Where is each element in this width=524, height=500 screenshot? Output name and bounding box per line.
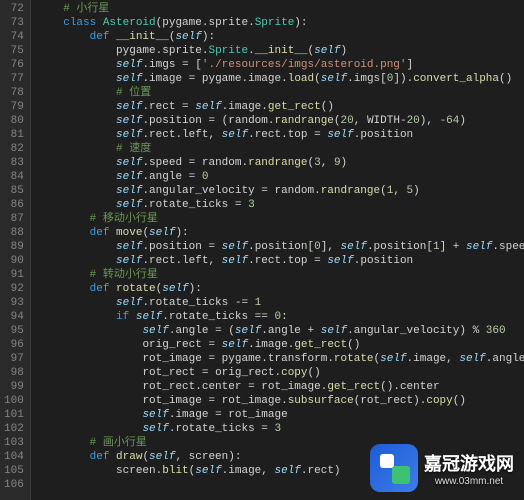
code-line: self.imgs = ['./resources/imgs/asteroid.… <box>37 58 524 72</box>
code-line: self.angle = 0 <box>37 170 524 184</box>
line-number: 73 <box>4 16 24 30</box>
line-number: 94 <box>4 310 24 324</box>
code-line: # 小行星 <box>37 2 524 16</box>
line-number: 72 <box>4 2 24 16</box>
code-line: self.speed = random.randrange(3, 9) <box>37 156 524 170</box>
code-line: class Asteroid(pygame.sprite.Sprite): <box>37 16 524 30</box>
line-number: 80 <box>4 114 24 128</box>
code-line: def __init__(self): <box>37 30 524 44</box>
line-number: 103 <box>4 436 24 450</box>
code-line: rot_rect = orig_rect.copy() <box>37 366 524 380</box>
watermark-logo-icon <box>370 444 418 492</box>
code-line: self.angle = (self.angle + self.angular_… <box>37 324 524 338</box>
line-number: 101 <box>4 408 24 422</box>
line-number: 99 <box>4 380 24 394</box>
line-number: 78 <box>4 86 24 100</box>
line-number-gutter: 7273747576777879808182838485868788899091… <box>0 0 31 500</box>
code-line: rot_image = pygame.transform.rotate(self… <box>37 352 524 366</box>
line-number: 102 <box>4 422 24 436</box>
code-line: orig_rect = self.image.get_rect() <box>37 338 524 352</box>
line-number: 90 <box>4 254 24 268</box>
line-number: 92 <box>4 282 24 296</box>
code-line: self.position = self.position[0], self.p… <box>37 240 524 254</box>
code-line: self.image = rot_image <box>37 408 524 422</box>
line-number: 95 <box>4 324 24 338</box>
line-number: 75 <box>4 44 24 58</box>
code-line: self.image = pygame.image.load(self.imgs… <box>37 72 524 86</box>
code-area[interactable]: # 小行星 class Asteroid(pygame.sprite.Sprit… <box>31 0 524 500</box>
code-line: # 位置 <box>37 86 524 100</box>
code-line: def move(self): <box>37 226 524 240</box>
code-line: if self.rotate_ticks == 0: <box>37 310 524 324</box>
line-number: 105 <box>4 464 24 478</box>
code-line: # 转动小行星 <box>37 268 524 282</box>
code-editor: 7273747576777879808182838485868788899091… <box>0 0 524 500</box>
line-number: 86 <box>4 198 24 212</box>
line-number: 82 <box>4 142 24 156</box>
code-line: self.rotate_ticks -= 1 <box>37 296 524 310</box>
line-number: 87 <box>4 212 24 226</box>
code-line: rot_image = rot_image.subsurface(rot_rec… <box>37 394 524 408</box>
line-number: 100 <box>4 394 24 408</box>
code-line: self.rotate_ticks = 3 <box>37 198 524 212</box>
code-line: self.angular_velocity = random.randrange… <box>37 184 524 198</box>
watermark-title: 嘉冠游戏网 <box>424 450 514 476</box>
code-line: self.rotate_ticks = 3 <box>37 422 524 436</box>
watermark: 嘉冠游戏网 www.03mm.net <box>370 444 514 492</box>
line-number: 83 <box>4 156 24 170</box>
code-line: self.rect.left, self.rect.top = self.pos… <box>37 128 524 142</box>
line-number: 79 <box>4 100 24 114</box>
line-number: 98 <box>4 366 24 380</box>
line-number: 106 <box>4 478 24 492</box>
watermark-url: www.03mm.net <box>435 476 503 487</box>
line-number: 76 <box>4 58 24 72</box>
line-number: 96 <box>4 338 24 352</box>
code-line: rot_rect.center = rot_image.get_rect().c… <box>37 380 524 394</box>
line-number: 88 <box>4 226 24 240</box>
code-line: self.rect = self.image.get_rect() <box>37 100 524 114</box>
line-number: 77 <box>4 72 24 86</box>
code-line: pygame.sprite.Sprite.__init__(self) <box>37 44 524 58</box>
code-line: def rotate(self): <box>37 282 524 296</box>
line-number: 84 <box>4 170 24 184</box>
line-number: 74 <box>4 30 24 44</box>
code-line: # 移动小行星 <box>37 212 524 226</box>
code-line: self.position = (random.randrange(20, WI… <box>37 114 524 128</box>
line-number: 104 <box>4 450 24 464</box>
code-line: self.rect.left, self.rect.top = self.pos… <box>37 254 524 268</box>
code-line: # 速度 <box>37 142 524 156</box>
line-number: 93 <box>4 296 24 310</box>
line-number: 89 <box>4 240 24 254</box>
line-number: 81 <box>4 128 24 142</box>
line-number: 91 <box>4 268 24 282</box>
line-number: 97 <box>4 352 24 366</box>
line-number: 85 <box>4 184 24 198</box>
